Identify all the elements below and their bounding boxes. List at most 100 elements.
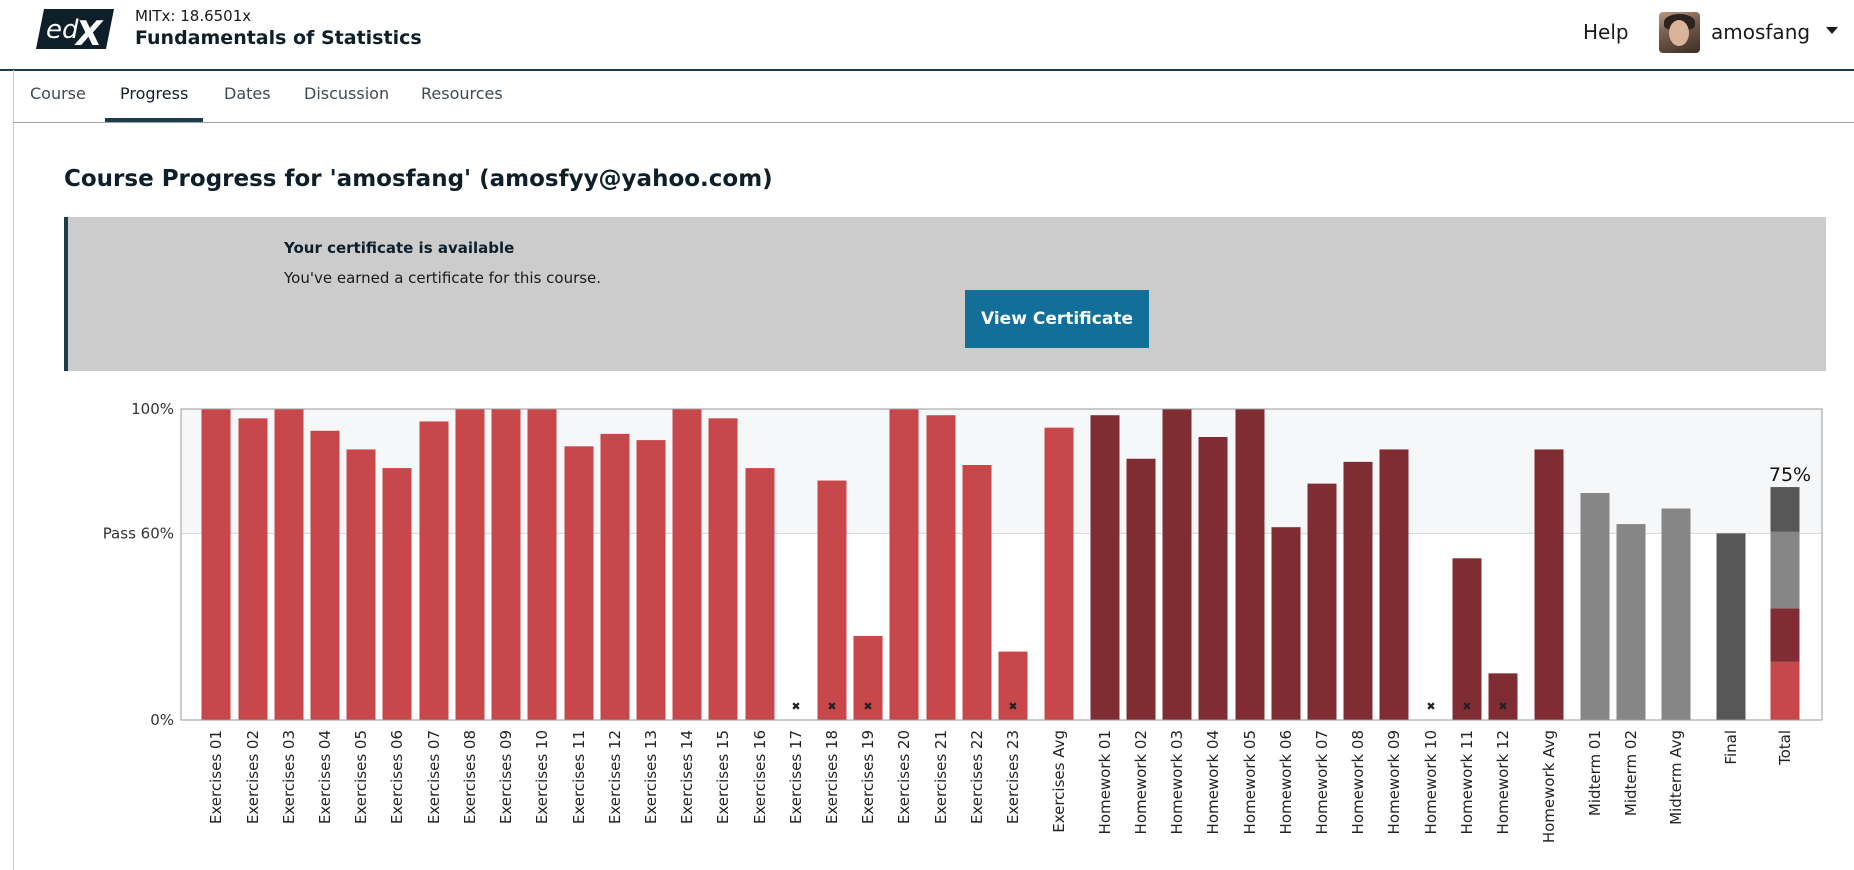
bar-exercises-21[interactable] [926,415,956,720]
x-tick-label: Homework 11 [1458,730,1476,834]
dropped-marker-icon: ✖ [863,700,872,713]
bar-exercises-06[interactable] [382,468,412,720]
avatar[interactable] [1659,12,1700,53]
bar-exercises-01[interactable] [201,409,231,720]
total-bar-segment-homework[interactable] [1770,608,1800,662]
x-tick-label: Exercises 20 [895,730,913,824]
total-bar-segment-exercises[interactable] [1770,661,1800,720]
bar-exercises-03[interactable] [274,409,304,720]
x-tick-label: Exercises 11 [570,730,588,824]
view-certificate-button[interactable]: View Certificate [965,290,1149,348]
total-bar-segment-midterm[interactable] [1770,531,1800,609]
bar-exercises-16[interactable] [745,468,775,720]
bar-final[interactable] [1716,533,1746,720]
course-name[interactable]: Fundamentals of Statistics [135,27,422,49]
certificate-text: You've earned a certificate for this cou… [284,269,602,287]
x-tick-label: Homework 01 [1096,730,1114,834]
dropped-marker-icon: ✖ [1008,700,1017,713]
bar-exercises-07[interactable] [419,421,449,720]
dropped-marker-icon: ✖ [1426,700,1435,713]
bar-exercises-12[interactable] [600,433,630,720]
bar-homework-12[interactable] [1488,673,1518,720]
bar-exercises-22[interactable] [962,464,992,720]
x-tick-label: Homework Avg [1540,730,1558,843]
bar-exercises-20[interactable] [889,409,919,720]
bar-exercises-11[interactable] [564,446,594,720]
bar-midterm-02[interactable] [1616,524,1646,720]
total-value-label: 75% [1769,464,1811,486]
svg-text:X: X [74,14,104,49]
page-title: Course Progress for 'amosfang' (amosfyy@… [64,166,773,192]
tab-resources[interactable]: Resources [421,84,503,122]
bar-homework-07[interactable] [1307,483,1337,720]
x-tick-label: Homework 09 [1385,730,1403,834]
bar-homework-03[interactable] [1162,409,1192,720]
chevron-down-icon[interactable] [1826,27,1838,34]
bar-homework-avg[interactable] [1534,449,1564,720]
x-tick-label: Exercises Avg [1050,730,1068,833]
x-tick-label: Exercises 21 [932,730,950,824]
bar-homework-09[interactable] [1379,449,1409,720]
x-tick-label: Homework 02 [1132,730,1150,834]
username-label[interactable]: amosfang [1711,20,1810,44]
x-tick-label: Exercises 18 [823,730,841,824]
bar-homework-02[interactable] [1126,458,1156,720]
bar-exercises-15[interactable] [708,418,738,720]
x-tick-label: Exercises 04 [316,730,334,824]
x-tick-label: Exercises 10 [533,730,551,824]
bar-exercises-09[interactable] [491,409,521,720]
bar-exercises-18[interactable] [817,480,847,720]
x-tick-label: Exercises 23 [1004,730,1022,824]
x-tick-label: Midterm 02 [1622,730,1640,816]
x-tick-label: Exercises 14 [678,730,696,824]
x-tick-label: Homework 06 [1277,730,1295,834]
x-tick-label: Exercises 07 [425,730,443,824]
tab-discussion[interactable]: Discussion [304,84,389,122]
x-tick-label: Exercises 09 [497,730,515,824]
dropped-marker-icon: ✖ [1498,700,1507,713]
x-tick-label: Exercises 06 [388,730,406,824]
total-bar-segment-final[interactable] [1770,487,1800,532]
dropped-marker-icon: ✖ [1462,700,1471,713]
x-tick-label: Exercises 13 [642,730,660,824]
bar-midterm-01[interactable] [1580,492,1610,720]
bar-homework-04[interactable] [1198,436,1228,720]
bar-homework-08[interactable] [1343,461,1373,720]
tab-dates[interactable]: Dates [224,84,271,122]
bar-homework-01[interactable] [1090,415,1120,720]
site-header: ed X MITx: 18.6501x Fundamentals of Stat… [0,0,1854,71]
course-org: MITx: 18.6501x [135,7,252,25]
x-tick-label: Exercises 17 [787,730,805,824]
course-tabs: Course Progress Dates Discussion Resourc… [13,70,1854,123]
bar-exercises-14[interactable] [672,409,702,720]
bar-midterm-avg[interactable] [1661,508,1691,720]
progress-chart: 100% Pass 60% 0% Exercises 01 Exercises 02 Ex… [0,395,1854,870]
x-tick-label: Homework 10 [1422,730,1440,834]
bar-exercises-04[interactable] [310,430,340,720]
certificate-banner: Your certificate is available You've ear… [64,217,1826,371]
bar-homework-05[interactable] [1235,409,1265,720]
bar-exercises-05[interactable] [346,449,376,720]
certificate-heading: Your certificate is available [284,239,515,257]
bar-homework-06[interactable] [1271,527,1301,720]
progress-chart-svg: 100% Pass 60% 0% Exercises 01 Exercises 02 Ex… [103,400,1823,843]
help-link[interactable]: Help [1583,20,1629,44]
bar-exercises-08[interactable] [455,409,485,720]
tab-progress[interactable]: Progress [105,84,204,122]
y-tick-label: 100% [131,400,174,418]
bar-exercises-13[interactable] [636,440,666,720]
x-tick-label: Total [1776,730,1794,766]
svg-text:ed: ed [46,15,79,45]
x-tick-label: Homework 12 [1494,730,1512,834]
bar-exercises-avg[interactable] [1044,427,1074,720]
edx-logo[interactable]: ed X [36,9,114,49]
bar-exercises-02[interactable] [238,418,268,720]
x-tick-label: Homework 07 [1313,730,1331,834]
bar-exercises-10[interactable] [527,409,557,720]
x-tick-label: Homework 03 [1168,730,1186,834]
bar-homework-11[interactable] [1452,558,1482,720]
x-tick-label: Exercises 03 [280,730,298,824]
tab-course[interactable]: Course [30,84,86,122]
y-tick-label: 0% [150,711,174,729]
dropped-marker-icon: ✖ [791,700,800,713]
